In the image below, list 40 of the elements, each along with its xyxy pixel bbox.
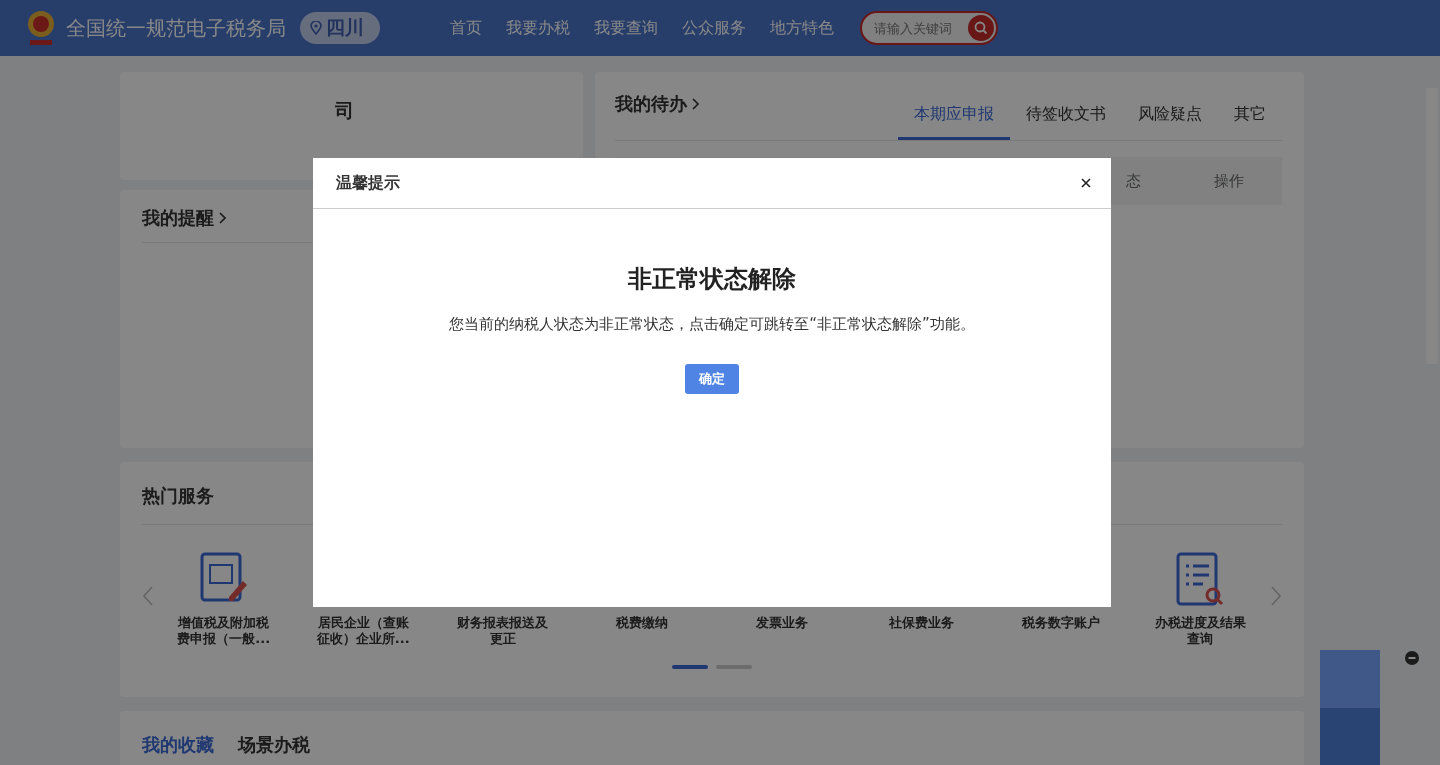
dialog-heading: 非正常状态解除 bbox=[628, 264, 796, 295]
search-field[interactable]: 请输入关键词 bbox=[860, 11, 998, 45]
site-title: 全国统一规范电子税务局 bbox=[66, 14, 286, 42]
company-name: 司 bbox=[335, 99, 354, 121]
tab[interactable]: 待签收文书 bbox=[1010, 104, 1122, 140]
nav-link[interactable]: 公众服务 bbox=[682, 17, 746, 39]
column-header: 态 bbox=[1126, 171, 1141, 191]
location-pin-icon bbox=[310, 21, 322, 35]
minimize-icon[interactable] bbox=[1405, 651, 1419, 665]
service-item[interactable]: 增值税及附加税费申报（一般... bbox=[176, 615, 271, 647]
tab[interactable]: 场景办税 bbox=[238, 733, 310, 765]
service-item[interactable]: 社保费业务 bbox=[874, 615, 969, 647]
nav-link[interactable]: 我要查询 bbox=[594, 17, 658, 39]
section-title[interactable]: 我的提醒 bbox=[142, 206, 214, 230]
service-item[interactable]: 居民企业（查账征收）企业所... bbox=[316, 615, 411, 647]
chevron-right-icon bbox=[691, 98, 699, 110]
confirm-button[interactable]: 确定 bbox=[685, 364, 739, 394]
nav-link[interactable]: 我要办税 bbox=[506, 17, 570, 39]
tab[interactable]: 本期应申报 bbox=[898, 104, 1010, 140]
dialog-message: 您当前的纳税人状态为非正常状态，点击确定可跳转至“非正常状态解除”功能。 bbox=[449, 315, 975, 334]
service-item[interactable]: 发票业务 bbox=[734, 615, 829, 647]
service-item[interactable]: 办税进度及结果查询 bbox=[1153, 615, 1248, 647]
dialog-title: 温馨提示 bbox=[336, 172, 400, 194]
section-title: 热门服务 bbox=[142, 484, 214, 508]
service-item[interactable]: 税费缴纳 bbox=[595, 615, 690, 647]
column-header: 操作 bbox=[1214, 171, 1244, 191]
section-title[interactable]: 我的待办 bbox=[615, 92, 687, 116]
page-indicator[interactable] bbox=[672, 665, 708, 669]
nav-link[interactable]: 首页 bbox=[450, 17, 482, 39]
tab[interactable]: 其它 bbox=[1218, 104, 1282, 140]
floating-widget[interactable] bbox=[1320, 650, 1380, 765]
nav-link[interactable]: 地方特色 bbox=[770, 17, 834, 39]
close-icon[interactable] bbox=[1081, 178, 1091, 188]
tab[interactable]: 风险疑点 bbox=[1122, 104, 1218, 140]
tab[interactable]: 我的收藏 bbox=[142, 733, 214, 765]
document-search-icon bbox=[1175, 551, 1226, 607]
chevron-right-icon bbox=[218, 212, 226, 224]
search-icon bbox=[974, 21, 988, 35]
service-item[interactable]: 财务报表报送及更正 bbox=[455, 615, 550, 647]
service-item[interactable]: 税务数字账户 bbox=[1013, 615, 1108, 647]
